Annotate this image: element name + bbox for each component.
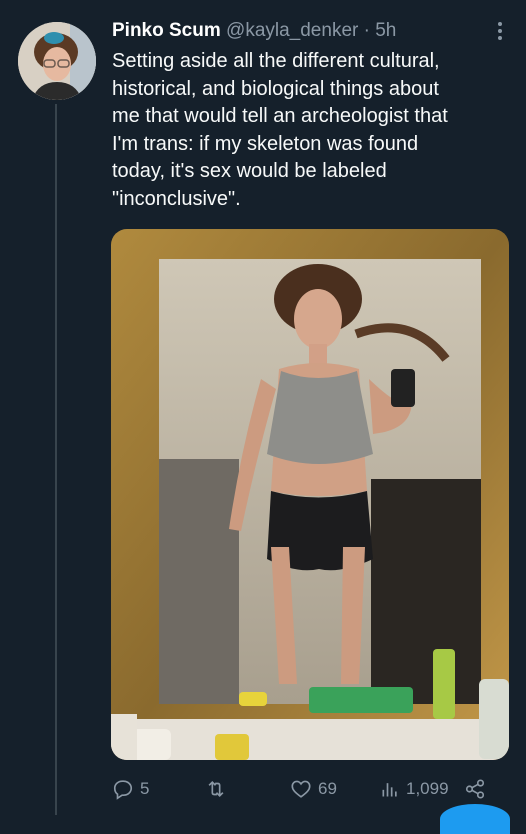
thread-connector-line (55, 104, 57, 815)
more-options-icon[interactable] (490, 18, 510, 44)
retweet-icon (208, 780, 224, 798)
display-name[interactable]: Pinko Scum (112, 20, 221, 41)
avatar[interactable] (18, 22, 96, 100)
tweet-media-photo[interactable] (111, 229, 509, 760)
handle[interactable]: @kayla_denker (226, 20, 358, 41)
reply-count: 5 (140, 779, 150, 798)
compose-fab-edge[interactable] (440, 804, 510, 834)
reply-icon (113, 780, 133, 800)
heart-icon (291, 780, 311, 798)
retweet-button[interactable] (204, 774, 234, 804)
reply-button[interactable]: 5 (112, 774, 149, 804)
view-count: 1,099 (406, 779, 449, 798)
timestamp[interactable]: 5h (375, 20, 396, 41)
like-count: 69 (318, 779, 337, 798)
separator: · (363, 20, 370, 41)
tweet[interactable]: Pinko Scum @kayla_denker · 5h Setting as… (0, 0, 526, 834)
views-button[interactable]: 1,099 (380, 774, 449, 804)
share-icon (465, 779, 485, 799)
tweet-actions: 5 69 1,099 (112, 774, 502, 804)
tweet-header: Pinko Scum @kayla_denker · 5h (112, 20, 486, 46)
tweet-text: Setting aside all the different cultural… (112, 50, 448, 210)
analytics-icon (382, 783, 397, 797)
share-button[interactable] (464, 774, 486, 804)
like-button[interactable]: 69 (290, 774, 337, 804)
